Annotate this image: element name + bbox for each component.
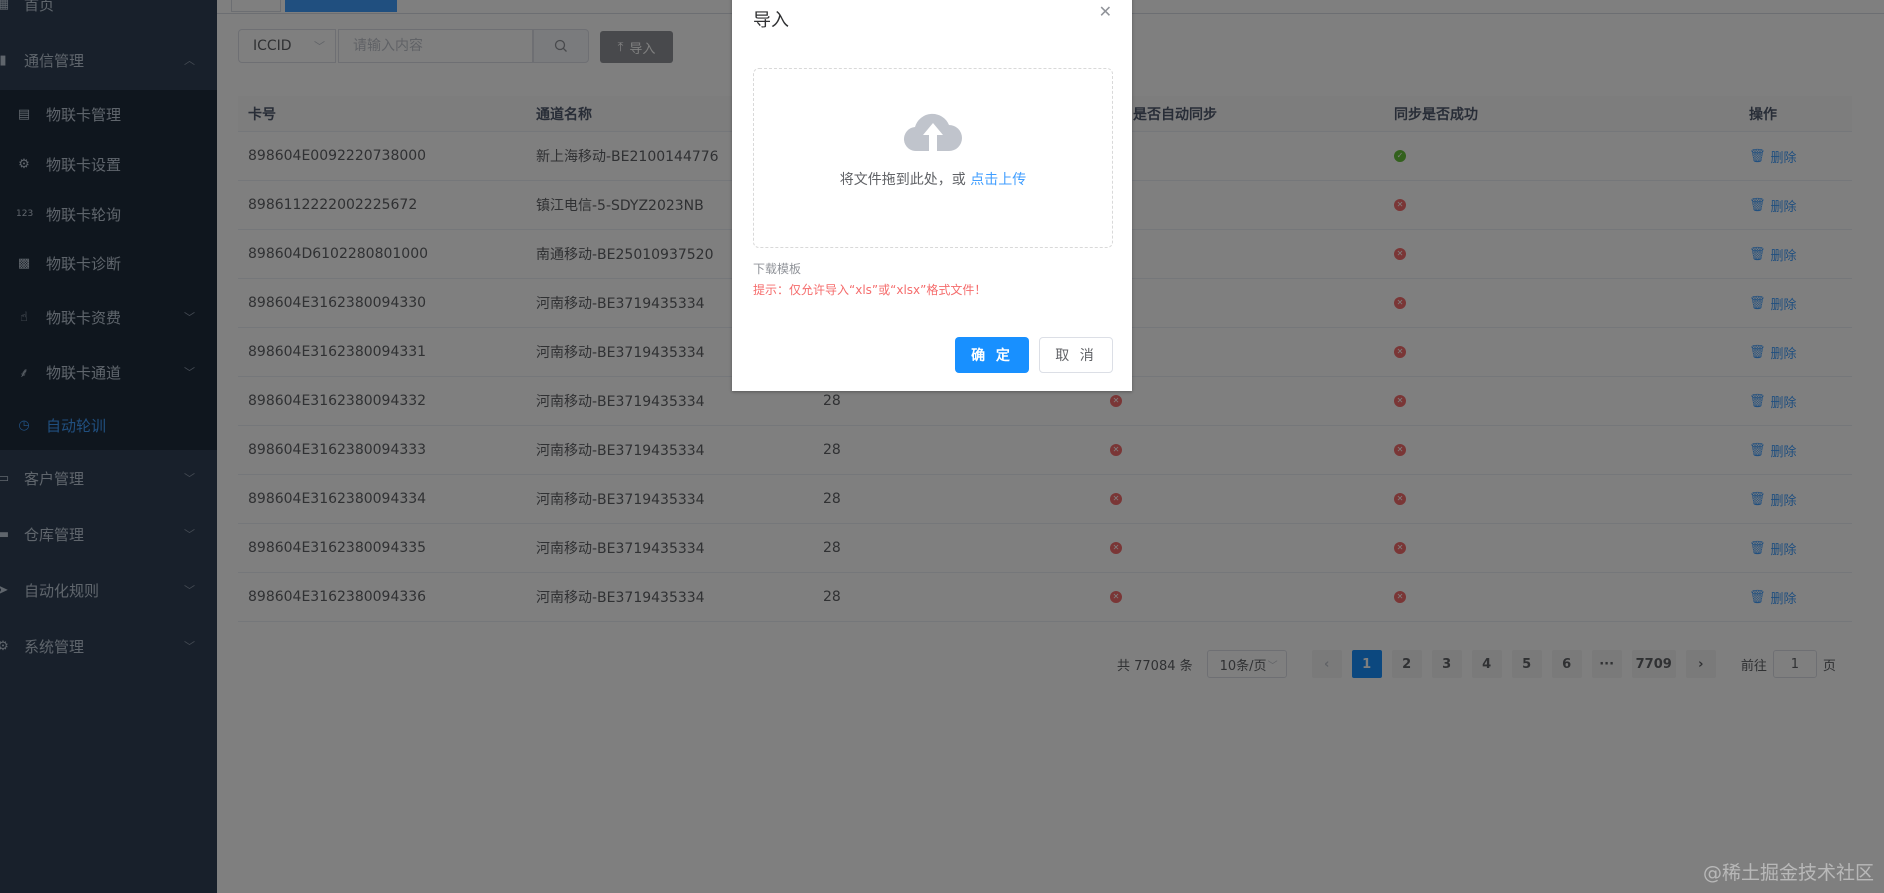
download-template-link[interactable]: 下载模板	[753, 260, 801, 277]
close-icon[interactable]: ✕	[1099, 2, 1112, 21]
drop-text: 将文件拖到此处，或	[839, 172, 966, 188]
watermark: @稀土掘金技术社区	[1702, 862, 1874, 884]
confirm-button[interactable]: 确 定	[955, 337, 1029, 373]
dialog-title: 导入	[753, 10, 789, 31]
cancel-button[interactable]: 取 消	[1039, 337, 1113, 373]
format-tip: 提示：仅允许导入“xls”或“xlsx”格式文件！	[753, 283, 987, 297]
import-dialog: 导入 ✕ 将文件拖到此处，或 点击上传 下载模板 提示：仅允许导入“xls”或“…	[732, 0, 1132, 391]
upload-dropzone[interactable]: 将文件拖到此处，或 点击上传	[753, 68, 1113, 248]
upload-link[interactable]: 点击上传	[970, 172, 1026, 188]
cloud-upload-icon	[903, 113, 962, 152]
